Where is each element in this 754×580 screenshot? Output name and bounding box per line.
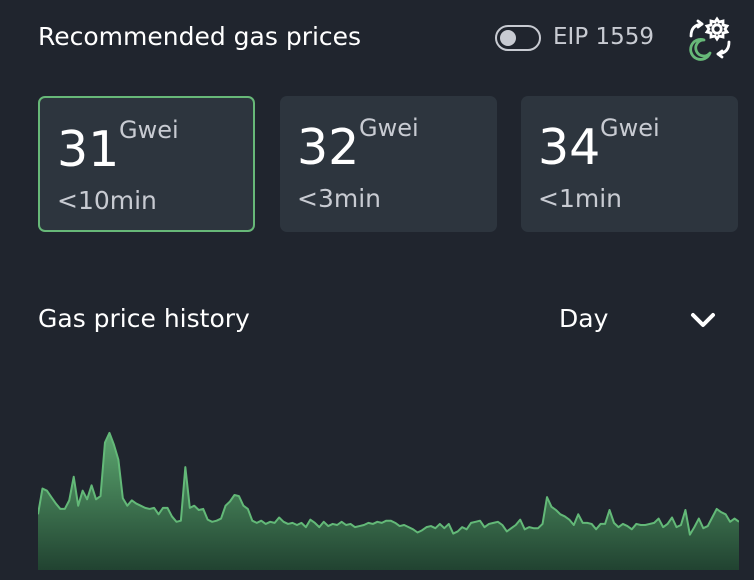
settings-theme-button[interactable] bbox=[686, 15, 734, 63]
price-unit: Gwei bbox=[119, 116, 179, 144]
range-label: Day bbox=[559, 304, 609, 333]
price-unit: Gwei bbox=[600, 114, 660, 142]
page-title: Recommended gas prices bbox=[38, 22, 362, 51]
eip-1559-label: EIP 1559 bbox=[553, 24, 655, 50]
toggle-knob[interactable] bbox=[500, 30, 516, 46]
chevron-down-icon bbox=[691, 313, 715, 327]
header: Recommended gas prices EIP 1559 bbox=[38, 0, 732, 78]
price-card-standard[interactable]: 32 Gwei <3min bbox=[280, 96, 497, 232]
price-value: 34 bbox=[538, 119, 601, 176]
price-card-fast[interactable]: 34 Gwei <1min bbox=[521, 96, 738, 232]
history-title: Gas price history bbox=[38, 304, 250, 333]
gas-price-history-chart bbox=[38, 431, 739, 570]
settings-theme-icon bbox=[689, 16, 731, 61]
wait-time: <10min bbox=[57, 186, 157, 215]
price-unit: Gwei bbox=[359, 114, 419, 142]
eip-1559-toggle-row[interactable]: EIP 1559 bbox=[495, 24, 655, 52]
chart-area-fill bbox=[38, 432, 739, 570]
wait-time: <3min bbox=[297, 184, 381, 213]
price-cards: 31 Gwei <10min 32 Gwei <3min 34 Gwei <1m… bbox=[38, 96, 754, 232]
price-value: 32 bbox=[297, 119, 360, 176]
wait-time: <1min bbox=[538, 184, 622, 213]
price-value: 31 bbox=[57, 121, 120, 178]
price-card-slow[interactable]: 31 Gwei <10min bbox=[38, 96, 255, 232]
history-range-select[interactable]: Day bbox=[556, 299, 722, 341]
gear-icon bbox=[704, 16, 730, 42]
eip-1559-toggle[interactable] bbox=[495, 25, 541, 51]
moon-icon bbox=[689, 38, 712, 61]
